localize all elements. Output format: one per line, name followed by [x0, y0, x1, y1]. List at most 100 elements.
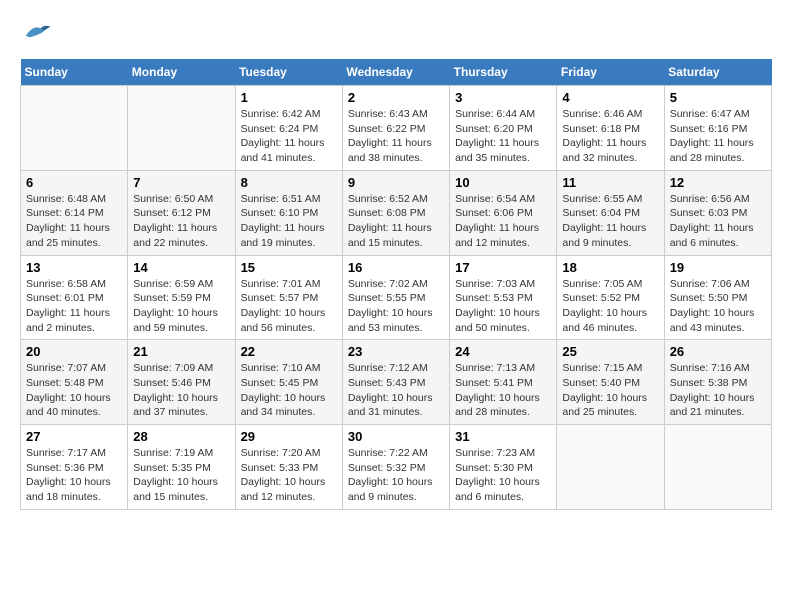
- calendar-cell: 29 Sunrise: 7:20 AM Sunset: 5:33 PM Dayli…: [235, 425, 342, 510]
- calendar-week-1: 1Sunrise: 6:42 AM Sunset: 6:24 PM Daylig…: [21, 86, 772, 171]
- day-number: 17: [455, 260, 551, 275]
- calendar-cell: 25 Sunrise: 7:15 AM Sunset: 5:40 PM Dayli…: [557, 340, 664, 425]
- day-number: 24: [455, 344, 551, 359]
- day-info: Sunrise: 6:50 AM Sunset: 6:12 PM Dayligh…: [133, 192, 229, 251]
- day-header-tuesday: Tuesday: [235, 59, 342, 86]
- day-header-thursday: Thursday: [450, 59, 557, 86]
- calendar-cell: 24 Sunrise: 7:13 AM Sunset: 5:41 PM Dayli…: [450, 340, 557, 425]
- day-number: 25: [562, 344, 658, 359]
- calendar-cell: 14 Sunrise: 6:59 AM Sunset: 5:59 PM Dayli…: [128, 255, 235, 340]
- calendar-cell: 28 Sunrise: 7:19 AM Sunset: 5:35 PM Dayli…: [128, 425, 235, 510]
- day-number: 26: [670, 344, 766, 359]
- day-number: 30: [348, 429, 444, 444]
- calendar-cell: 13 Sunrise: 6:58 AM Sunset: 6:01 PM Dayli…: [21, 255, 128, 340]
- day-info: Sunrise: 7:06 AM Sunset: 5:50 PM Dayligh…: [670, 277, 766, 336]
- calendar-cell: 1Sunrise: 6:42 AM Sunset: 6:24 PM Daylig…: [235, 86, 342, 171]
- day-info: Sunrise: 7:16 AM Sunset: 5:38 PM Dayligh…: [670, 361, 766, 420]
- day-number: 11: [562, 175, 658, 190]
- day-info: Sunrise: 6:48 AM Sunset: 6:14 PM Dayligh…: [26, 192, 122, 251]
- day-header-wednesday: Wednesday: [342, 59, 449, 86]
- calendar-week-3: 13 Sunrise: 6:58 AM Sunset: 6:01 PM Dayli…: [21, 255, 772, 340]
- day-number: 6: [26, 175, 122, 190]
- day-info: Sunrise: 6:44 AM Sunset: 6:20 PM Dayligh…: [455, 107, 551, 166]
- day-header-friday: Friday: [557, 59, 664, 86]
- calendar-cell: 20Sunrise: 7:07 AM Sunset: 5:48 PM Dayli…: [21, 340, 128, 425]
- day-number: 21: [133, 344, 229, 359]
- day-info: Sunrise: 7:13 AM Sunset: 5:41 PM Dayligh…: [455, 361, 551, 420]
- day-info: Sunrise: 7:05 AM Sunset: 5:52 PM Dayligh…: [562, 277, 658, 336]
- day-info: Sunrise: 7:22 AM Sunset: 5:32 PM Dayligh…: [348, 446, 444, 505]
- day-number: 5: [670, 90, 766, 105]
- calendar-cell: 31 Sunrise: 7:23 AM Sunset: 5:30 PM Dayli…: [450, 425, 557, 510]
- day-header-saturday: Saturday: [664, 59, 771, 86]
- calendar-week-2: 6 Sunrise: 6:48 AM Sunset: 6:14 PM Daylig…: [21, 170, 772, 255]
- calendar-cell: 22Sunrise: 7:10 AM Sunset: 5:45 PM Dayli…: [235, 340, 342, 425]
- calendar-cell: 23Sunrise: 7:12 AM Sunset: 5:43 PM Dayli…: [342, 340, 449, 425]
- calendar-cell: 9 Sunrise: 6:52 AM Sunset: 6:08 PM Daylig…: [342, 170, 449, 255]
- calendar-cell: 11 Sunrise: 6:55 AM Sunset: 6:04 PM Dayli…: [557, 170, 664, 255]
- calendar-cell: 2 Sunrise: 6:43 AM Sunset: 6:22 PM Daylig…: [342, 86, 449, 171]
- day-info: Sunrise: 6:52 AM Sunset: 6:08 PM Dayligh…: [348, 192, 444, 251]
- logo: [20, 20, 52, 49]
- calendar-cell: [128, 86, 235, 171]
- day-info: Sunrise: 6:56 AM Sunset: 6:03 PM Dayligh…: [670, 192, 766, 251]
- day-number: 10: [455, 175, 551, 190]
- day-number: 22: [241, 344, 337, 359]
- day-number: 16: [348, 260, 444, 275]
- calendar-header-row: SundayMondayTuesdayWednesdayThursdayFrid…: [21, 59, 772, 86]
- calendar-cell: [21, 86, 128, 171]
- calendar-cell: 3 Sunrise: 6:44 AM Sunset: 6:20 PM Daylig…: [450, 86, 557, 171]
- day-number: 7: [133, 175, 229, 190]
- calendar-cell: 8Sunrise: 6:51 AM Sunset: 6:10 PM Daylig…: [235, 170, 342, 255]
- day-number: 13: [26, 260, 122, 275]
- day-info: Sunrise: 6:58 AM Sunset: 6:01 PM Dayligh…: [26, 277, 122, 336]
- calendar-cell: 6 Sunrise: 6:48 AM Sunset: 6:14 PM Daylig…: [21, 170, 128, 255]
- day-number: 4: [562, 90, 658, 105]
- calendar-cell: 17 Sunrise: 7:03 AM Sunset: 5:53 PM Dayli…: [450, 255, 557, 340]
- day-info: Sunrise: 6:59 AM Sunset: 5:59 PM Dayligh…: [133, 277, 229, 336]
- calendar-cell: 21Sunrise: 7:09 AM Sunset: 5:46 PM Dayli…: [128, 340, 235, 425]
- calendar-cell: 10 Sunrise: 6:54 AM Sunset: 6:06 PM Dayli…: [450, 170, 557, 255]
- calendar-cell: [664, 425, 771, 510]
- day-number: 2: [348, 90, 444, 105]
- calendar-cell: 19 Sunrise: 7:06 AM Sunset: 5:50 PM Dayli…: [664, 255, 771, 340]
- day-info: Sunrise: 7:01 AM Sunset: 5:57 PM Dayligh…: [241, 277, 337, 336]
- day-number: 19: [670, 260, 766, 275]
- day-number: 23: [348, 344, 444, 359]
- calendar-cell: 27 Sunrise: 7:17 AM Sunset: 5:36 PM Dayli…: [21, 425, 128, 510]
- day-number: 1: [241, 90, 337, 105]
- calendar-cell: 30 Sunrise: 7:22 AM Sunset: 5:32 PM Dayli…: [342, 425, 449, 510]
- day-number: 18: [562, 260, 658, 275]
- calendar-cell: [557, 425, 664, 510]
- day-header-sunday: Sunday: [21, 59, 128, 86]
- day-number: 27: [26, 429, 122, 444]
- day-number: 3: [455, 90, 551, 105]
- day-number: 14: [133, 260, 229, 275]
- day-info: Sunrise: 6:46 AM Sunset: 6:18 PM Dayligh…: [562, 107, 658, 166]
- day-info: Sunrise: 6:43 AM Sunset: 6:22 PM Dayligh…: [348, 107, 444, 166]
- day-info: Sunrise: 7:03 AM Sunset: 5:53 PM Dayligh…: [455, 277, 551, 336]
- page-header: [20, 20, 772, 49]
- day-number: 29: [241, 429, 337, 444]
- day-info: Sunrise: 7:23 AM Sunset: 5:30 PM Dayligh…: [455, 446, 551, 505]
- day-info: Sunrise: 7:15 AM Sunset: 5:40 PM Dayligh…: [562, 361, 658, 420]
- calendar-week-5: 27 Sunrise: 7:17 AM Sunset: 5:36 PM Dayli…: [21, 425, 772, 510]
- calendar-cell: 16 Sunrise: 7:02 AM Sunset: 5:55 PM Dayli…: [342, 255, 449, 340]
- day-info: Sunrise: 6:51 AM Sunset: 6:10 PM Dayligh…: [241, 192, 337, 251]
- day-info: Sunrise: 7:02 AM Sunset: 5:55 PM Dayligh…: [348, 277, 444, 336]
- day-info: Sunrise: 6:54 AM Sunset: 6:06 PM Dayligh…: [455, 192, 551, 251]
- day-info: Sunrise: 6:47 AM Sunset: 6:16 PM Dayligh…: [670, 107, 766, 166]
- day-info: Sunrise: 7:17 AM Sunset: 5:36 PM Dayligh…: [26, 446, 122, 505]
- day-info: Sunrise: 7:20 AM Sunset: 5:33 PM Dayligh…: [241, 446, 337, 505]
- day-number: 12: [670, 175, 766, 190]
- calendar-body: 1Sunrise: 6:42 AM Sunset: 6:24 PM Daylig…: [21, 86, 772, 510]
- day-number: 31: [455, 429, 551, 444]
- day-info: Sunrise: 7:19 AM Sunset: 5:35 PM Dayligh…: [133, 446, 229, 505]
- day-info: Sunrise: 7:07 AM Sunset: 5:48 PM Dayligh…: [26, 361, 122, 420]
- day-number: 9: [348, 175, 444, 190]
- calendar-week-4: 20Sunrise: 7:07 AM Sunset: 5:48 PM Dayli…: [21, 340, 772, 425]
- calendar-cell: 26 Sunrise: 7:16 AM Sunset: 5:38 PM Dayli…: [664, 340, 771, 425]
- calendar-cell: 12 Sunrise: 6:56 AM Sunset: 6:03 PM Dayli…: [664, 170, 771, 255]
- day-number: 28: [133, 429, 229, 444]
- day-info: Sunrise: 6:55 AM Sunset: 6:04 PM Dayligh…: [562, 192, 658, 251]
